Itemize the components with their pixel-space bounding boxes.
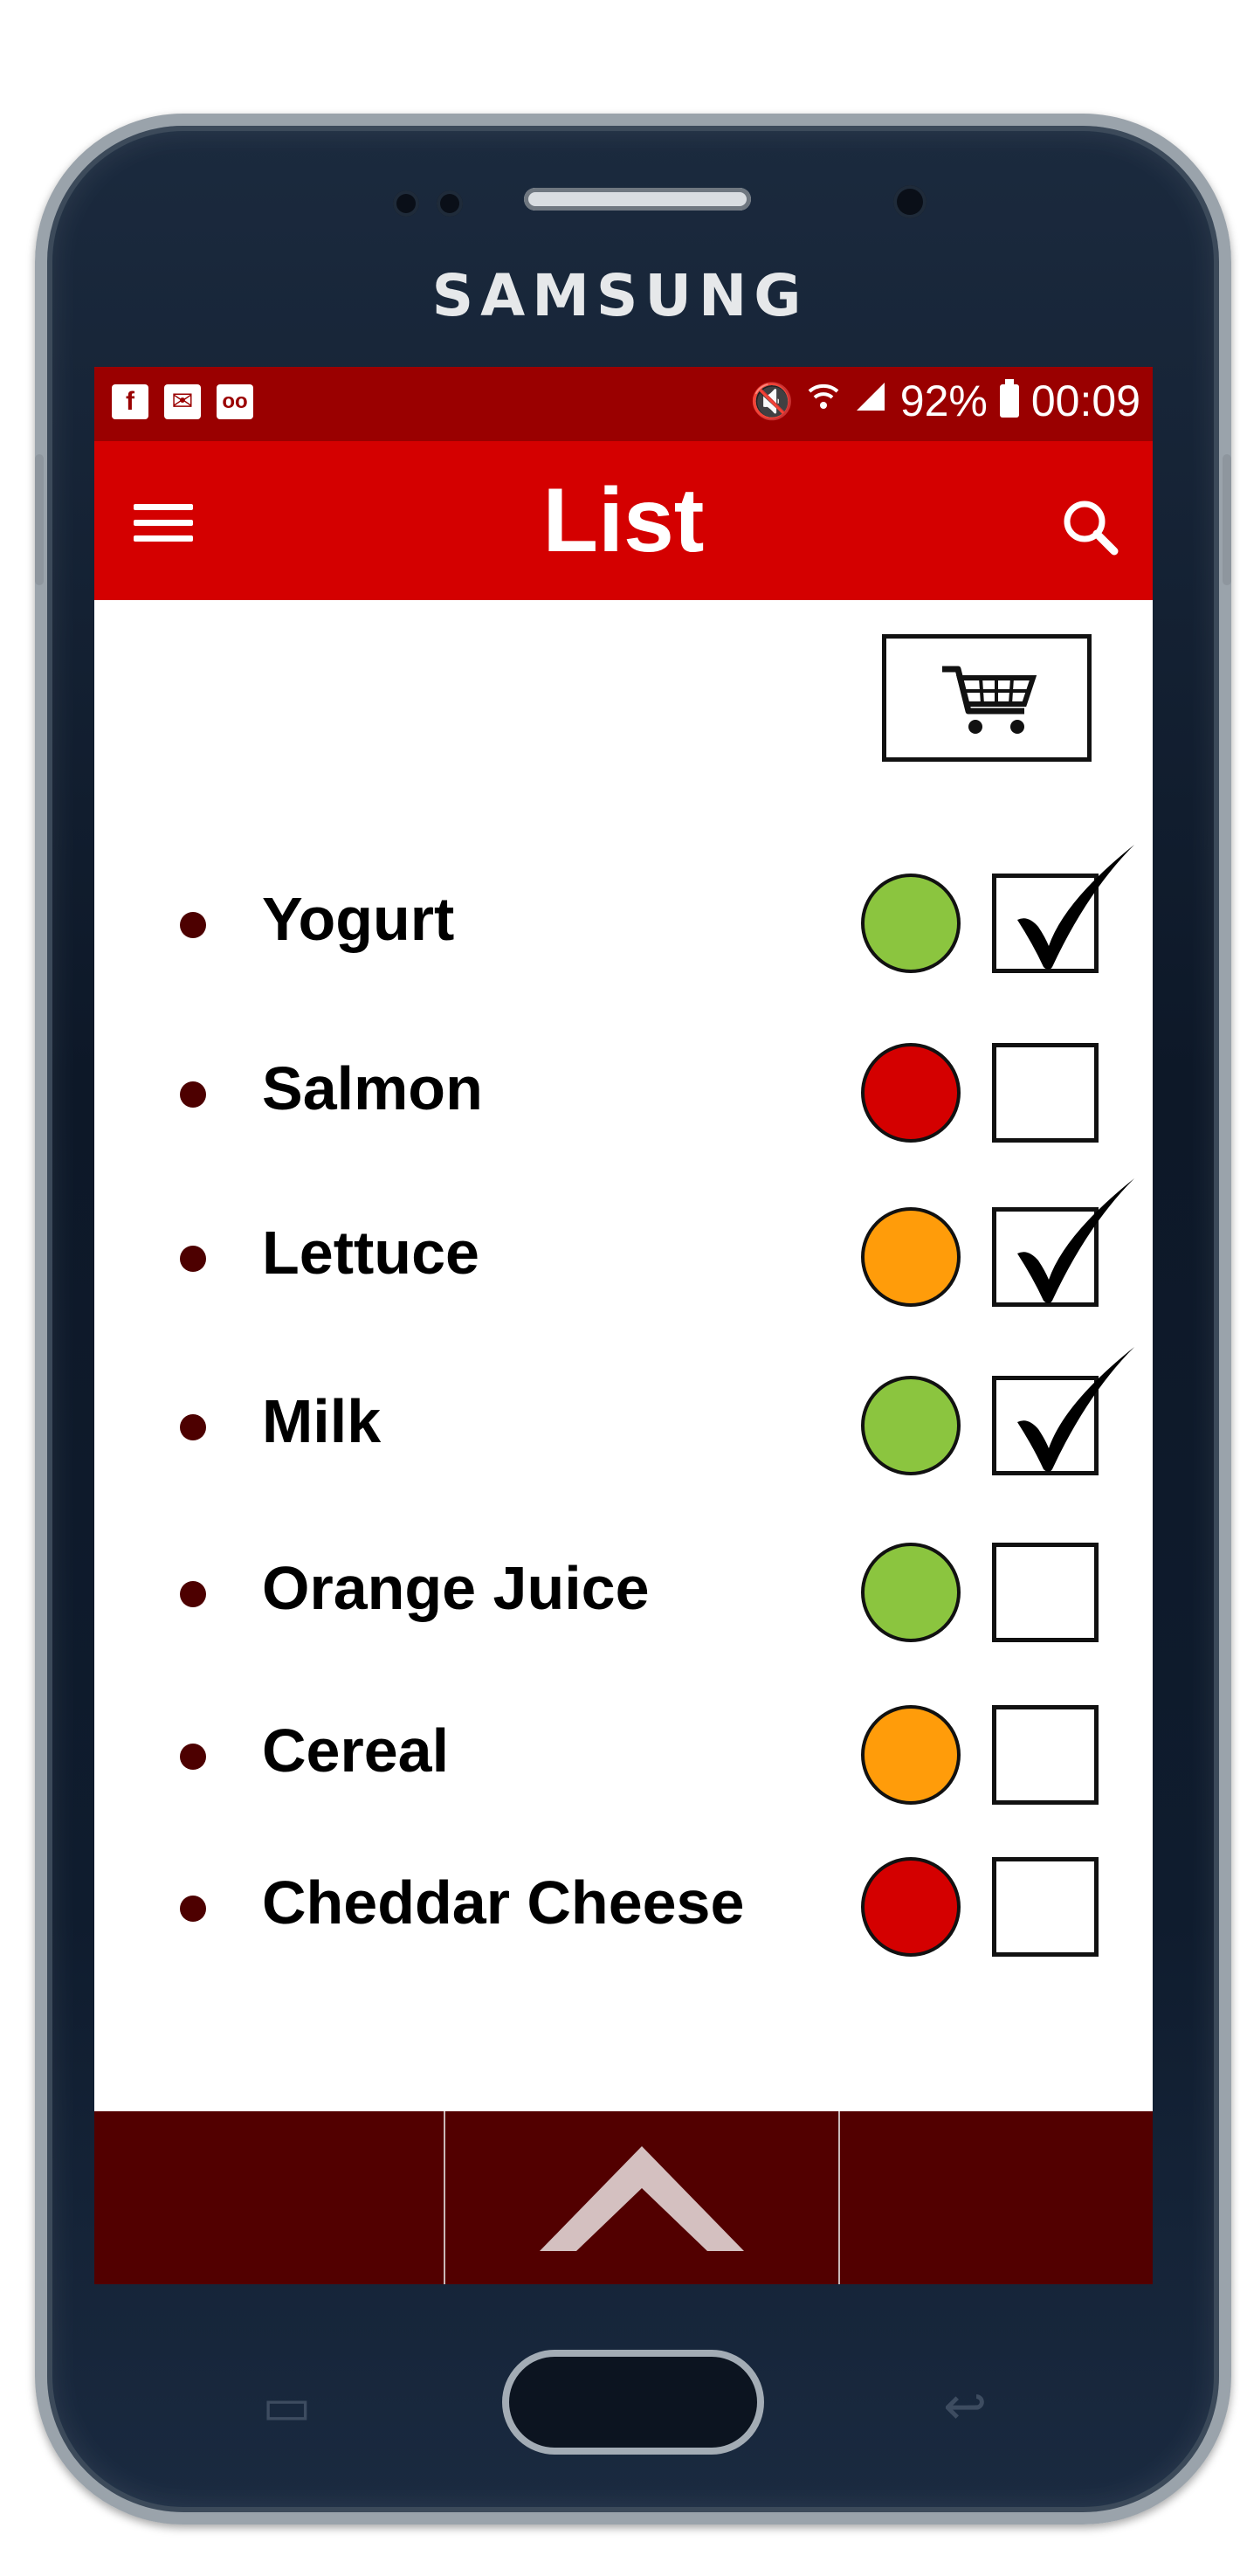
power-button [1223,454,1231,585]
item-label: Cheddar Cheese [262,1868,745,1937]
item-label: Lettuce [262,1219,479,1287]
search-icon[interactable] [1057,494,1126,563]
list-item: Salmon [94,1024,1153,1155]
list-item: Cereal [94,1686,1153,1817]
shopping-cart-icon [942,666,1037,734]
item-label: Orange Juice [262,1554,650,1622]
expand-up-button[interactable] [445,2111,838,2284]
status-indicator-red [861,1857,961,1957]
list-item: Yogurt [94,845,1153,985]
app-bar: List [94,441,1153,600]
list-item: Milk [94,1347,1153,1488]
list-item: Lettuce [94,1178,1153,1319]
battery-percent: 92% [899,376,988,425]
item-checkbox[interactable] [992,1178,1134,1307]
clock: 00:09 [1030,376,1140,425]
checkmark-icon [1017,845,1134,970]
chevron-up-icon [540,2146,744,2251]
bottom-navigation-bar [94,2111,1153,2284]
item-label: Salmon [262,1054,483,1122]
signal-icon [853,379,888,423]
item-label: Milk [262,1387,382,1455]
item-checkbox[interactable] [992,1543,1099,1642]
item-label: Yogurt [262,885,455,953]
bullet [180,1081,206,1108]
item-checkbox[interactable] [992,1043,1099,1143]
status-indicator-orange [861,1705,961,1805]
item-checkbox[interactable] [992,1857,1099,1957]
bottom-bar-left[interactable] [94,2111,444,2284]
brand-logo: SAMSUNG [431,262,809,329]
recent-apps-key-icon: ▭ [262,2377,312,2435]
bullet [180,1581,206,1607]
earpiece-speaker [524,188,751,211]
cart-button[interactable] [882,634,1092,762]
checkmark-icon [1017,1178,1134,1303]
wifi-icon [806,379,841,423]
bullet [180,912,206,938]
facebook-icon: f [112,384,148,419]
home-button[interactable] [502,2350,764,2455]
item-checkbox[interactable] [992,1705,1099,1805]
status-indicator-red [861,1043,961,1143]
checkmark-icon [1017,1347,1134,1472]
status-indicator-orange [861,1207,961,1307]
status-indicator-green [861,874,961,973]
bullet [180,1896,206,1922]
screen: f ✉ oo 🔇 92% 00:09 List Yogurt Salmon Le… [94,367,1153,2284]
status-indicator-green [861,1543,961,1642]
status-indicator-green [861,1376,961,1475]
list-item: Cheddar Cheese [94,1838,1153,1969]
item-checkbox[interactable] [992,1347,1134,1475]
voicemail-icon: oo [217,384,253,419]
sensor-icon [393,190,419,217]
list-item: Orange Juice [94,1523,1153,1654]
item-checkbox[interactable] [992,845,1134,973]
bottom-bar-right[interactable] [840,2111,1153,2284]
item-label: Cereal [262,1716,450,1785]
mail-icon: ✉ [164,384,201,419]
bullet [180,1744,206,1770]
sensor-icon [437,190,463,217]
mute-icon: 🔇 [749,382,794,421]
volume-button [35,454,44,585]
battery-icon [999,379,1019,418]
page-title: List [542,470,705,571]
front-camera-icon [893,185,927,218]
bullet [180,1414,206,1440]
back-key-icon: ↩ [943,2377,988,2435]
status-bar: f ✉ oo 🔇 92% 00:09 [94,367,1153,441]
bullet [180,1246,206,1272]
